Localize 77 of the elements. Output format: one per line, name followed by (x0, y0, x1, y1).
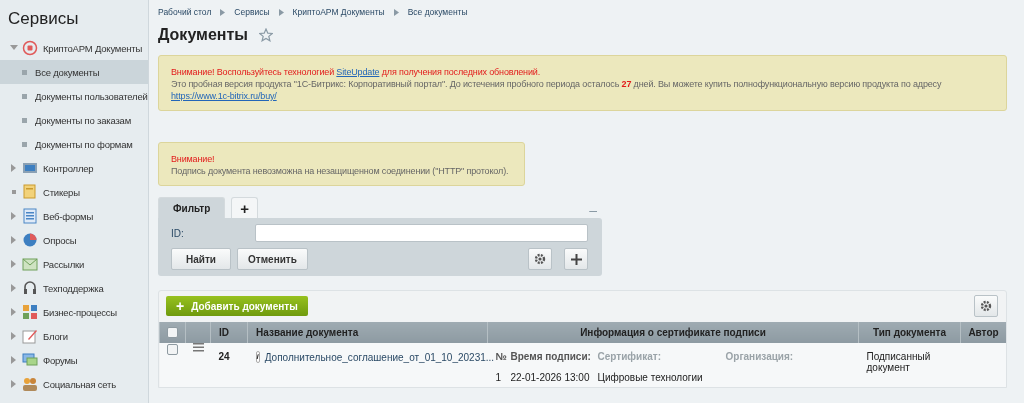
chevron-icon (278, 8, 284, 16)
link[interactable]: SiteUpdate (336, 67, 380, 77)
table-cell: 24 (210, 343, 248, 387)
sidebar-item[interactable]: Документы пользователей (0, 84, 148, 108)
notice-text: Это пробная версия продукта "1С-Битрикс: Корпоративный портал". До истечения пробного периода осталось 27 дней. Вы можете купить полнофункциональную версию продукта по адресу https://www.1c-bitrix.ru/buy/ (171, 78, 943, 102)
signature-value: 1 (495, 372, 503, 383)
signature-header: Организация: (725, 351, 795, 362)
record-icon (22, 40, 38, 56)
people-icon (22, 376, 38, 392)
sidebar-item[interactable]: Веб-формы (0, 204, 148, 228)
sidebar-item[interactable]: Форумы (0, 348, 148, 372)
bullet-icon (22, 141, 27, 147)
sidebar-item[interactable]: Контроллер (0, 156, 148, 180)
sidebar-item[interactable]: Документы по формам (0, 132, 148, 156)
column-header[interactable]: Информация о сертификате подписи (487, 322, 859, 343)
sidebar-item[interactable]: Блоги (0, 324, 148, 348)
bullet-icon (9, 187, 19, 197)
filter-button[interactable]: Отменить (237, 248, 308, 270)
select-all-checkbox[interactable] (167, 327, 178, 339)
chevron-icon (220, 8, 226, 16)
info-icon[interactable]: i (255, 351, 260, 363)
settings-button[interactable] (974, 295, 998, 317)
warning-text: Внимание! Воспользуйтесь технологией SiteUpdate для получения последних обновлений. (171, 66, 542, 78)
sidebar-item[interactable]: Все документы (0, 60, 148, 84)
link[interactable]: https://www.1c-bitrix.ru/buy/ (171, 91, 277, 101)
sidebar-item[interactable]: Документы по заказам (0, 108, 148, 132)
filter-tab[interactable]: Фильтр (158, 197, 226, 218)
settings-button[interactable] (528, 248, 552, 270)
envelope-icon (22, 256, 38, 272)
page-title: Документы (158, 26, 248, 44)
breadcrumb-link[interactable]: КриптоАРМ Документы (292, 7, 385, 17)
column-header[interactable]: Автор (960, 322, 1006, 343)
field-label: ID: (171, 227, 185, 239)
gear-icon (980, 300, 992, 312)
menu-icon (192, 343, 204, 352)
sidebar-item[interactable]: Социальная сеть (0, 372, 148, 396)
gear-icon (534, 253, 546, 265)
headset-icon (22, 280, 38, 296)
sidebar-item[interactable]: Стикеры (0, 180, 148, 204)
sidebar-item[interactable]: Опросы (0, 228, 148, 252)
breadcrumb-link[interactable]: Все документы (407, 7, 468, 17)
monitor-icon (22, 160, 38, 176)
sidebar-item[interactable]: Бизнес-процессы (0, 300, 148, 324)
sidebar-title: Сервисы (7, 8, 80, 30)
document-link[interactable]: Дополнительное_соглашение_от_01_10_20231... (264, 351, 495, 363)
plus-icon (570, 253, 582, 265)
sidebar-item[interactable]: Техподдержка (0, 276, 148, 300)
note-icon (22, 184, 38, 200)
chevron-icon (393, 8, 399, 16)
pie-chart-icon (22, 232, 38, 248)
signature-header: № (495, 351, 508, 362)
row-checkbox[interactable] (167, 343, 178, 355)
add-button[interactable] (564, 248, 588, 270)
warning-text: Внимание! (171, 153, 216, 165)
star-icon (258, 28, 273, 42)
breadcrumb-link[interactable]: Сервисы (234, 7, 270, 17)
id-input-field[interactable] (255, 224, 588, 242)
bullet-icon (22, 117, 27, 123)
column-header[interactable]: ID (210, 322, 248, 343)
bullet-icon (22, 93, 27, 99)
table-cell: Подписанный документ (858, 343, 961, 387)
signature-header: Время подписи: (510, 351, 592, 362)
chat-icon (22, 352, 38, 368)
pencil-icon (22, 328, 38, 344)
signature-header: Сертификат: (597, 351, 662, 362)
list-icon (22, 208, 38, 224)
column-header[interactable]: Название документа (247, 322, 488, 343)
sidebar-item[interactable]: Рассылки (0, 252, 148, 276)
breadcrumb-link[interactable]: Рабочий стол (158, 7, 212, 17)
bullet-icon (22, 69, 27, 75)
add-tab[interactable]: + (231, 197, 259, 218)
notice-text: Подпись документа невозможна на незащищенном соединении ("HTTP" протокол). (171, 165, 510, 177)
sidebar-item[interactable]: КриптоАРМ Документы (0, 36, 148, 60)
column-header[interactable]: Тип документа (858, 322, 961, 343)
signature-value: 22-01-2026 13:00 (510, 372, 591, 383)
signature-value: Цифровые технологии (597, 372, 704, 383)
filter-button[interactable]: Найти (171, 248, 231, 270)
